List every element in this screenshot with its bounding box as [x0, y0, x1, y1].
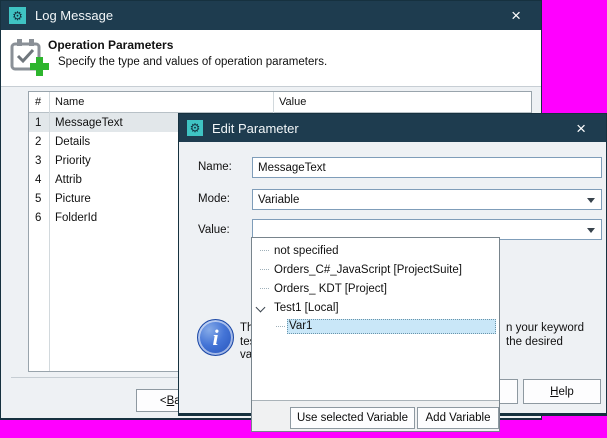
close-icon[interactable]: × — [505, 7, 527, 24]
row-number: 5 — [29, 189, 49, 208]
window-title: Log Message — [35, 8, 505, 23]
desktop: ⚙ Log Message × Operation Parameters Spe… — [0, 0, 607, 438]
column-header-name[interactable]: Name — [49, 92, 273, 112]
help-button-accel: H — [550, 386, 558, 398]
tree-item-label: Test1 [Local] — [274, 302, 339, 314]
name-input[interactable]: MessageText — [252, 157, 602, 178]
help-button[interactable]: Help — [523, 379, 601, 404]
row-number: 6 — [29, 208, 49, 227]
gear-icon: ⚙ — [187, 120, 203, 136]
mode-select[interactable]: Variable — [252, 189, 602, 210]
column-header-num[interactable]: # — [29, 92, 49, 112]
mode-selected-value: Variable — [258, 194, 299, 206]
operation-parameters-header: Operation Parameters Specify the type an… — [1, 30, 541, 87]
tree-item[interactable]: Var1 — [252, 317, 499, 336]
chevron-down-icon — [587, 228, 595, 233]
row-number: 3 — [29, 151, 49, 170]
row-number: 1 — [29, 113, 49, 132]
tree-item[interactable]: Test1 [Local] — [252, 298, 499, 317]
help-button-label: elp — [558, 386, 573, 398]
variable-tree: not specified Orders_C#_JavaScript [Proje… — [252, 238, 499, 401]
add-variable-button[interactable]: Add Variable — [417, 407, 499, 429]
tree-item-label: Var1 — [287, 319, 496, 334]
row-number: 4 — [29, 170, 49, 189]
variable-dropdown-popup: not specified Orders_C#_JavaScript [Proje… — [251, 237, 500, 432]
mode-label: Mode: — [198, 193, 230, 205]
popup-footer: Use selected Variable Add Variable — [252, 401, 499, 431]
log-message-titlebar[interactable]: ⚙ Log Message × — [1, 1, 541, 30]
column-header-value[interactable]: Value — [273, 92, 531, 112]
use-selected-variable-button[interactable]: Use selected Variable — [290, 407, 415, 429]
name-label: Name: — [198, 161, 232, 173]
calendar-add-icon — [9, 36, 51, 83]
page-subtitle: Specify the type and values of operation… — [58, 56, 327, 68]
tree-item-label: not specified — [274, 245, 339, 257]
tree-item[interactable]: Orders_C#_JavaScript [ProjectSuite] — [252, 260, 499, 279]
tree-item[interactable]: not specified — [252, 241, 499, 260]
info-text-fragment-right: n your keyword the desired — [506, 322, 584, 349]
gear-icon: ⚙ — [9, 7, 26, 24]
back-button-label: < — [160, 395, 167, 407]
chevron-down-icon[interactable] — [256, 303, 266, 313]
tree-item-label: Orders_ KDT [Project] — [274, 283, 387, 295]
back-button-accel: B — [167, 395, 175, 407]
window-title: Edit Parameter — [212, 121, 570, 136]
tree-item-label: Orders_C#_JavaScript [ProjectSuite] — [274, 264, 462, 276]
tree-item[interactable]: Orders_ KDT [Project] — [252, 279, 499, 298]
info-icon: i — [197, 319, 234, 356]
table-header: # Name Value — [29, 92, 531, 113]
edit-parameter-titlebar[interactable]: ⚙ Edit Parameter × — [179, 114, 606, 142]
row-number: 2 — [29, 132, 49, 151]
chevron-down-icon — [587, 198, 595, 203]
value-label: Value: — [198, 224, 230, 236]
page-title: Operation Parameters — [48, 38, 173, 52]
close-icon[interactable]: × — [570, 120, 592, 137]
